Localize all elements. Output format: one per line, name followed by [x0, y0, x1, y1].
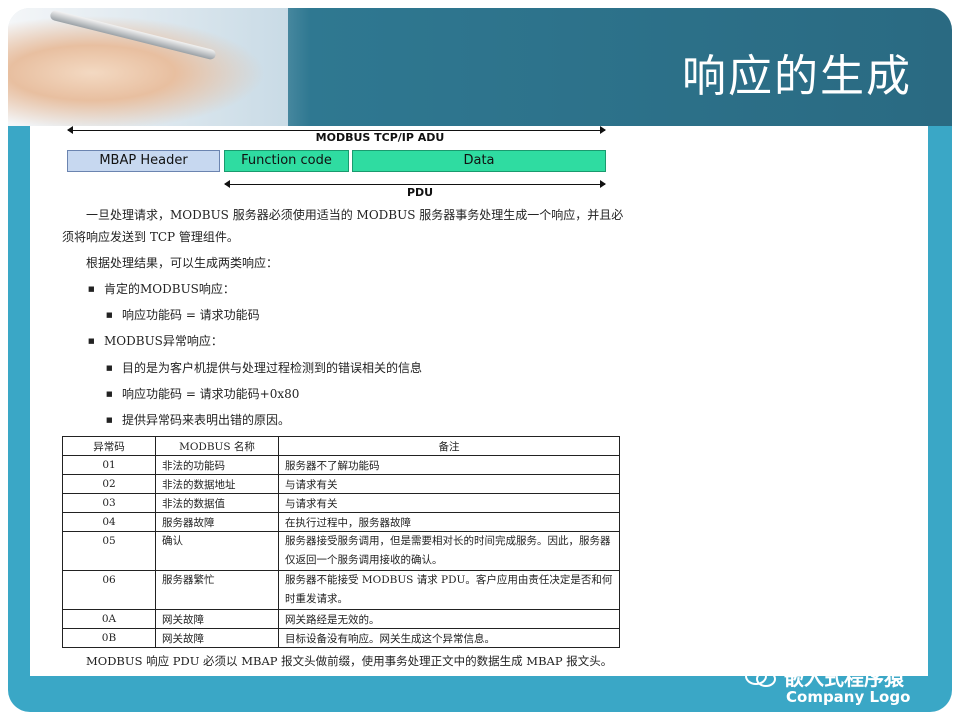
cell-code: 06: [62, 570, 156, 610]
exception-response-item: MODBUS异常响应：: [88, 330, 223, 352]
pdu-label: PDU: [406, 186, 434, 199]
table-row: 0B 网关故障 目标设备没有响应。网关生成这个异常信息。: [62, 628, 620, 648]
exception-code-table: 异常码 MODBUS 名称 备注 01 非法的功能码 服务器不了解功能码 02 …: [62, 436, 620, 648]
cell-code: 0B: [62, 628, 156, 648]
intro-line-1: 一旦处理请求，MODBUS 服务器必须使用适当的 MODBUS 服务器事务处理生…: [86, 208, 624, 222]
cell-name: 非法的数据地址: [155, 474, 279, 494]
cell-name: 服务器繁忙: [155, 570, 279, 610]
intro-line-2: 须将响应发送到 TCP 管理组件。: [62, 230, 239, 244]
cell-code: 01: [62, 455, 156, 475]
header-name: MODBUS 名称: [155, 436, 279, 456]
watermark-account: 嵌入式程序猿: [784, 666, 904, 690]
cell-note: 网关路经是无效的。: [278, 609, 620, 629]
cell-code: 03: [62, 493, 156, 513]
exception-sub-3: 提供异常码来表明出错的原因。: [106, 409, 290, 431]
cell-name: 网关故障: [155, 628, 279, 648]
header-note: 备注: [278, 436, 620, 456]
cell-name: 网关故障: [155, 609, 279, 629]
table-row: 04 服务器故障 在执行过程中，服务器故障: [62, 512, 620, 532]
adu-label: MODBUS TCP/IP ADU: [300, 131, 460, 144]
table-row: 03 非法的数据值 与请求有关: [62, 493, 620, 513]
cell-note: 目标设备没有响应。网关生成这个异常信息。: [278, 628, 620, 648]
table-row: 0A 网关故障 网关路经是无效的。: [62, 609, 620, 629]
cell-name: 服务器故障: [155, 512, 279, 532]
cell-note: 在执行过程中，服务器故障: [278, 512, 620, 532]
cell-name: 非法的功能码: [155, 455, 279, 475]
response-kinds: 根据处理结果，可以生成两类响应：: [86, 256, 279, 270]
cell-note: 服务器不能接受 MODBUS 请求 PDU。客户应用由责任决定是否和何时重发请求…: [278, 570, 620, 610]
table-header-row: 异常码 MODBUS 名称 备注: [62, 436, 620, 456]
cell-code: 0A: [62, 609, 156, 629]
positive-response-item: 肯定的MODBUS响应：: [88, 278, 235, 300]
pdu-arrow: [224, 180, 606, 188]
exception-sub-2: 响应功能码 = 请求功能码+0x80: [106, 383, 299, 405]
cell-note: 服务器不了解功能码: [278, 455, 620, 475]
cell-name: 非法的数据值: [155, 493, 279, 513]
cell-note: 与请求有关: [278, 493, 620, 513]
cell-name: 确认: [155, 531, 279, 571]
pen-icon: [49, 9, 217, 61]
hand-with-pen-image: [8, 8, 288, 126]
left-border: [8, 126, 30, 686]
cell-note: 服务器接受服务调用，但是需要相对长的时间完成服务。因此，服务器仅返回一个服务调用…: [278, 531, 620, 571]
header-code: 异常码: [62, 436, 156, 456]
cell-code: 05: [62, 531, 156, 571]
slide-title: 响应的生成: [682, 51, 912, 102]
company-logo: Company Logo: [786, 688, 911, 706]
cell-note: 与请求有关: [278, 474, 620, 494]
table-row: 06 服务器繁忙 服务器不能接受 MODBUS 请求 PDU。客户应用由责任决定…: [62, 570, 620, 610]
function-code-box: Function code: [224, 150, 349, 172]
table-row: 05 确认 服务器接受服务调用，但是需要相对长的时间完成服务。因此，服务器仅返回…: [62, 531, 620, 571]
wechat-icon: [745, 667, 776, 687]
cell-code: 04: [62, 512, 156, 532]
positive-response-sub: 响应功能码 = 请求功能码: [106, 304, 260, 326]
data-box: Data: [352, 150, 606, 172]
mbap-header-box: MBAP Header: [67, 150, 220, 172]
table-row: 02 非法的数据地址 与请求有关: [62, 474, 620, 494]
footnote: MODBUS 响应 PDU 必须以 MBAP 报文头做前缀，使用事务处理正文中的…: [86, 654, 613, 668]
table-row: 01 非法的功能码 服务器不了解功能码: [62, 455, 620, 475]
exception-sub-1: 目的是为客户机提供与处理过程检测到的错误相关的信息: [106, 357, 422, 379]
cell-code: 02: [62, 474, 156, 494]
right-border: [928, 126, 952, 686]
